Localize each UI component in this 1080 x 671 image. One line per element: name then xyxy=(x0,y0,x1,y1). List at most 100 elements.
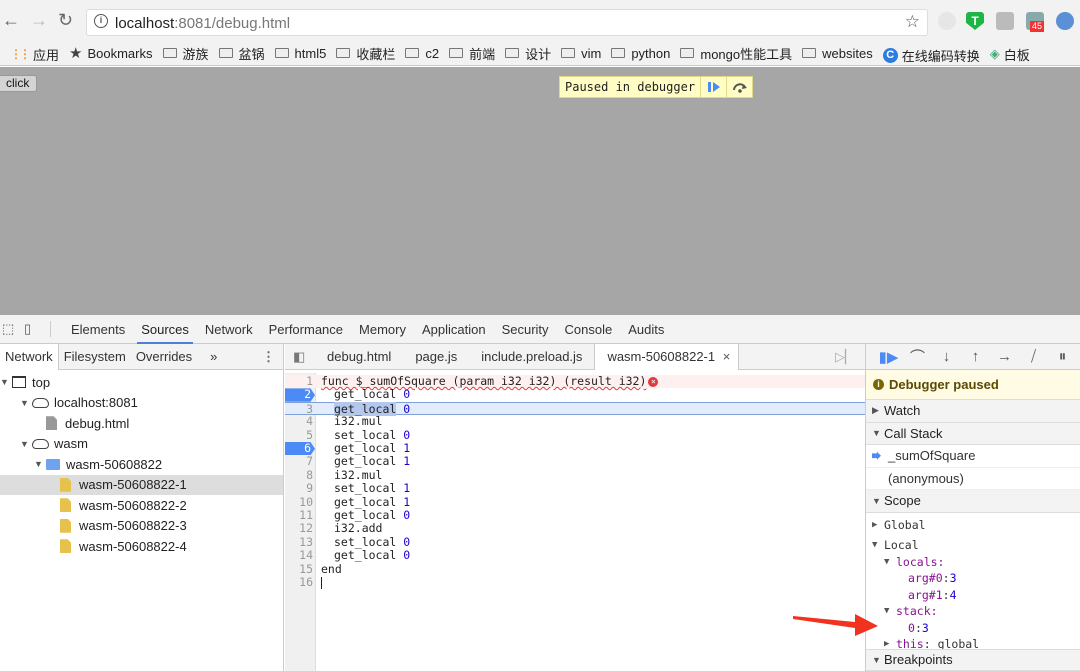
line-number[interactable]: 16 xyxy=(285,575,313,589)
bookmark-item[interactable]: ⋮⋮ 应用 xyxy=(10,41,59,65)
line-number[interactable]: 5 xyxy=(285,428,313,442)
editor-tab[interactable]: page.js xyxy=(403,344,469,370)
bookmark-item[interactable]: vim xyxy=(561,40,601,65)
scope-property[interactable]: arg#0: 3 xyxy=(866,570,1080,587)
code-line[interactable]: 15 end xyxy=(285,562,865,576)
scope-local[interactable]: ▼ Local xyxy=(866,537,1080,554)
error-icon[interactable]: × xyxy=(648,376,659,387)
back-button[interactable]: ← xyxy=(2,10,20,30)
expand-triangle-icon[interactable]: ▼ xyxy=(0,377,12,387)
breakpoint-marker[interactable]: 6 xyxy=(285,442,315,456)
call-frame[interactable]: (anonymous) xyxy=(866,468,1080,490)
more-options-icon[interactable]: ⋮ xyxy=(262,349,275,365)
resume-button[interactable] xyxy=(700,76,726,98)
inspect-element-icon[interactable]: ⬚ xyxy=(2,321,24,337)
scope-global[interactable]: ▶ Global xyxy=(866,517,1080,534)
line-number[interactable]: 1 xyxy=(285,374,313,388)
bookmark-item[interactable]: websites xyxy=(802,40,873,65)
tab-elements[interactable]: Elements xyxy=(63,315,133,344)
tab-console[interactable]: Console xyxy=(557,315,621,344)
line-number[interactable]: 4 xyxy=(285,414,313,428)
code-line[interactable]: 14 get_local 0 xyxy=(285,548,865,562)
expand-triangle-icon[interactable]: ▼ xyxy=(34,459,46,469)
code-line[interactable]: 3 get_local 0 xyxy=(285,401,865,416)
extension-icon[interactable] xyxy=(996,12,1014,30)
file-tree-item[interactable]: ▼ localhost:8081 xyxy=(0,393,283,414)
step-over-button[interactable]: ⌒ xyxy=(903,346,932,367)
toggle-navigator-icon[interactable]: ◧ xyxy=(285,349,315,365)
scope-property[interactable]: arg#1: 4 xyxy=(866,587,1080,604)
bookmark-item[interactable]: 前端 xyxy=(449,40,495,65)
step-over-button[interactable] xyxy=(726,76,752,98)
code-editor[interactable]: 1 func $_sumOfSquare (param i32 i32) (res… xyxy=(285,373,865,671)
line-number[interactable]: 8 xyxy=(285,468,313,482)
pause-on-exceptions-button[interactable]: ⏸ xyxy=(1048,348,1077,365)
bookmark-item[interactable]: 游族 xyxy=(162,40,209,65)
step-out-button[interactable]: ↑ xyxy=(961,348,990,365)
code-line[interactable]: 6 get_local 1 xyxy=(285,441,865,456)
code-line[interactable]: 4 i32.mul xyxy=(285,414,865,428)
call-frame[interactable]: _sumOfSquare xyxy=(866,445,1080,468)
file-tree-item[interactable]: ▼ wasm xyxy=(0,434,283,455)
bookmark-star-icon[interactable]: ☆ xyxy=(905,12,920,32)
shield-extension-icon[interactable]: T xyxy=(966,12,984,30)
step-button[interactable]: → xyxy=(990,348,1019,365)
code-line[interactable]: 9 set_local 1 xyxy=(285,481,865,495)
globe-extension-icon[interactable] xyxy=(1056,12,1074,30)
file-tree-item[interactable]: wasm-50608822-1 xyxy=(0,474,283,495)
step-into-button[interactable]: ↓ xyxy=(932,348,961,365)
line-number[interactable]: 10 xyxy=(285,495,313,509)
tab-audits[interactable]: Audits xyxy=(620,315,672,344)
code-line[interactable]: 7 get_local 1 xyxy=(285,455,865,468)
extension-icon[interactable] xyxy=(938,12,956,30)
scope-property[interactable]: 0: 3 xyxy=(866,620,1080,637)
code-line[interactable]: 2 get_local 0 xyxy=(285,388,865,402)
forward-button[interactable]: → xyxy=(30,10,48,30)
resume-button[interactable]: ▮▶ xyxy=(874,348,903,366)
locals-node[interactable]: ▼ locals: xyxy=(866,554,1080,571)
tab-application[interactable]: Application xyxy=(414,315,494,344)
code-line[interactable]: 13 set_local 0 xyxy=(285,535,865,549)
file-tree-item[interactable]: wasm-50608822-3 xyxy=(0,516,283,537)
bookmark-item[interactable]: 盆锅 xyxy=(218,40,265,65)
editor-tab[interactable]: wasm-50608822-1 × xyxy=(594,343,740,370)
tab-security[interactable]: Security xyxy=(494,315,557,344)
bookmark-item[interactable]: 设计 xyxy=(505,40,551,65)
tab-sources[interactable]: Sources xyxy=(133,315,197,344)
breakpoints-section-header[interactable]: ▼ Breakpoints xyxy=(866,648,1080,671)
more-tabs-button[interactable]: » xyxy=(205,344,222,370)
bookmark-item[interactable]: python xyxy=(611,40,670,65)
device-toolbar-icon[interactable]: ▯ xyxy=(24,321,42,337)
stack-node[interactable]: ▼ stack: xyxy=(866,603,1080,620)
editor-tab[interactable]: include.preload.js xyxy=(469,344,594,370)
line-number[interactable]: 12 xyxy=(285,522,313,535)
tab-performance[interactable]: Performance xyxy=(261,315,351,344)
line-number[interactable]: 14 xyxy=(285,548,313,562)
tab-memory[interactable]: Memory xyxy=(351,315,414,344)
deactivate-breakpoints-button[interactable]: ⧸ xyxy=(1019,348,1048,365)
extension-icon[interactable]: 45 xyxy=(1026,12,1045,32)
file-tree-item[interactable]: debug.html xyxy=(0,413,283,434)
url-text[interactable]: localhost:8081/debug.html xyxy=(115,15,290,32)
navigator-tab-filesystem[interactable]: Filesystem xyxy=(59,344,131,370)
code-line[interactable]: 16 xyxy=(285,575,865,589)
bookmark-item[interactable]: ★ Bookmarks xyxy=(69,40,152,65)
line-number[interactable]: 11 xyxy=(285,508,313,522)
line-number[interactable]: 9 xyxy=(285,481,313,495)
code-line[interactable]: 10 get_local 1 xyxy=(285,495,865,509)
click-button[interactable]: click xyxy=(0,75,38,92)
bookmark-item[interactable]: mongo性能工具 xyxy=(680,40,792,65)
tab-network[interactable]: Network xyxy=(197,315,261,344)
code-line[interactable]: 8 i32.mul xyxy=(285,468,865,482)
navigator-tab-overrides[interactable]: Overrides xyxy=(131,344,197,370)
bookmark-item[interactable]: 收藏栏 xyxy=(336,40,395,65)
file-tree-item[interactable]: wasm-50608822-2 xyxy=(0,495,283,516)
bookmark-item[interactable]: C 在线编码转换 xyxy=(882,43,980,66)
file-tree-item[interactable]: wasm-50608822-4 xyxy=(0,536,283,557)
line-number[interactable]: 15 xyxy=(285,562,313,576)
line-number[interactable]: 7 xyxy=(285,455,313,468)
close-tab-icon[interactable]: × xyxy=(719,349,731,364)
code-line[interactable]: 11 get_local 0 xyxy=(285,508,865,522)
bookmark-item[interactable]: c2 xyxy=(405,40,439,65)
code-line[interactable]: 1 func $_sumOfSquare (param i32 i32) (res… xyxy=(285,374,865,389)
